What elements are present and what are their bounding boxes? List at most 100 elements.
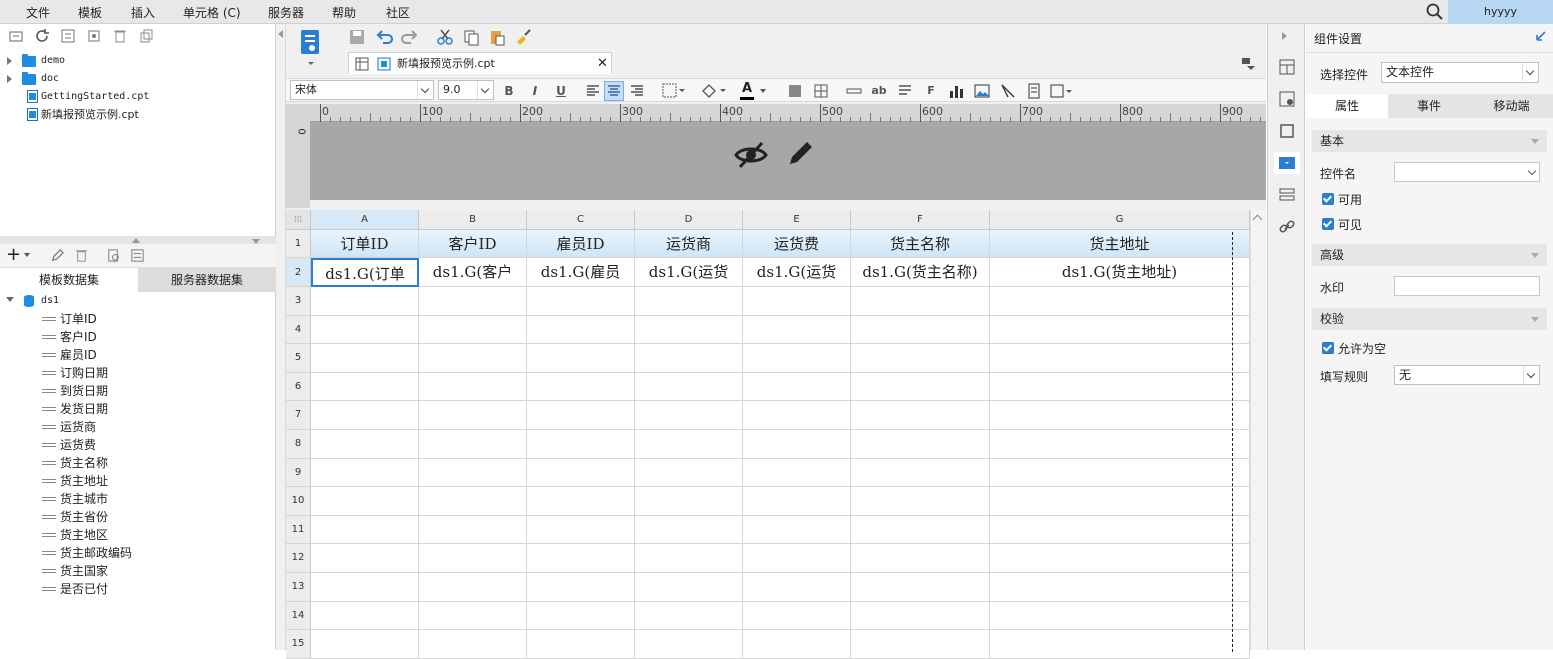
- hyperlink-icon[interactable]: [1278, 218, 1296, 236]
- dataset-field[interactable]: 运货商: [0, 418, 270, 436]
- empty-cell[interactable]: [743, 344, 851, 373]
- empty-cell[interactable]: [527, 287, 635, 316]
- insert-formula-icon[interactable]: F: [922, 82, 940, 100]
- allow-empty-checkbox[interactable]: [1322, 342, 1334, 354]
- dataset-field[interactable]: 客户ID: [0, 328, 270, 346]
- empty-cell[interactable]: [743, 630, 851, 659]
- empty-cell[interactable]: [851, 515, 990, 545]
- section-validate[interactable]: 校验: [1312, 308, 1547, 330]
- empty-cell[interactable]: [743, 458, 851, 488]
- empty-cell[interactable]: [990, 344, 1250, 373]
- header-cell[interactable]: 运货费: [743, 230, 851, 258]
- empty-cell[interactable]: [419, 573, 527, 602]
- rule-select[interactable]: 无: [1394, 365, 1540, 385]
- empty-cell[interactable]: [990, 487, 1250, 516]
- empty-cell[interactable]: [743, 544, 851, 573]
- dataset-field[interactable]: 货主省份: [0, 508, 270, 526]
- empty-cell[interactable]: [419, 515, 527, 545]
- dataset-field[interactable]: 货主名称: [0, 454, 270, 472]
- empty-cell[interactable]: [851, 430, 990, 459]
- empty-cell[interactable]: [527, 372, 635, 402]
- empty-cell[interactable]: [527, 401, 635, 430]
- dataset-field[interactable]: 货主地址: [0, 472, 270, 490]
- empty-cell[interactable]: [311, 458, 419, 488]
- empty-cell[interactable]: [311, 430, 419, 459]
- empty-cell[interactable]: [527, 573, 635, 602]
- format-painter-icon[interactable]: [514, 28, 532, 46]
- header-cell[interactable]: 客户ID: [419, 230, 527, 258]
- column-header[interactable]: G: [990, 210, 1250, 230]
- menu-community[interactable]: 社区: [386, 4, 410, 21]
- tab-menu-icon[interactable]: [1241, 56, 1255, 70]
- header-cell[interactable]: 货主地址: [990, 230, 1250, 258]
- column-header[interactable]: E: [743, 210, 851, 230]
- expand-arrow-icon[interactable]: [7, 75, 12, 83]
- empty-cell[interactable]: [527, 515, 635, 545]
- row-header[interactable]: 4: [286, 315, 311, 345]
- header-cell[interactable]: 订单ID: [311, 230, 419, 258]
- empty-cell[interactable]: [311, 401, 419, 430]
- empty-cell[interactable]: [419, 458, 527, 488]
- condition-attr-icon[interactable]: [1278, 90, 1296, 108]
- cell-properties-icon[interactable]: [1278, 58, 1296, 76]
- empty-cell[interactable]: [311, 601, 419, 631]
- menu-template[interactable]: 模板: [78, 4, 102, 21]
- new-folder-icon[interactable]: [8, 28, 24, 44]
- empty-cell[interactable]: [990, 315, 1250, 345]
- tree-file-preview-example[interactable]: 新填报预览示例.cpt: [0, 106, 270, 124]
- column-header[interactable]: C: [527, 210, 635, 230]
- expand-panel-icon[interactable]: [1534, 31, 1546, 43]
- empty-cell[interactable]: [527, 315, 635, 345]
- dataset-field[interactable]: 货主国家: [0, 562, 270, 580]
- empty-cell[interactable]: [743, 401, 851, 430]
- column-header[interactable]: D: [635, 210, 743, 230]
- redo-icon[interactable]: [400, 28, 418, 46]
- tab-server-dataset[interactable]: 服务器数据集: [138, 268, 276, 292]
- empty-cell[interactable]: [851, 344, 990, 373]
- cut-icon[interactable]: [436, 28, 454, 46]
- insert-slash-icon[interactable]: [1000, 83, 1016, 99]
- empty-cell[interactable]: [419, 487, 527, 516]
- row-header[interactable]: 9: [286, 458, 311, 488]
- empty-cell[interactable]: [851, 487, 990, 516]
- empty-cell[interactable]: [635, 372, 743, 402]
- row-header[interactable]: 7: [286, 401, 311, 430]
- frame-icon[interactable]: [1278, 122, 1296, 140]
- row-header[interactable]: 13: [286, 573, 311, 602]
- center-splitter[interactable]: [276, 24, 286, 650]
- close-tab-icon[interactable]: ✕: [597, 53, 608, 75]
- font-size-select[interactable]: 9.0: [438, 80, 494, 100]
- menu-server[interactable]: 服务器: [268, 4, 304, 21]
- dataset-field[interactable]: 发货日期: [0, 400, 270, 418]
- empty-cell[interactable]: [743, 601, 851, 631]
- empty-cell[interactable]: [311, 372, 419, 402]
- empty-cell[interactable]: [990, 630, 1250, 659]
- scroll-up-icon[interactable]: [1252, 214, 1263, 225]
- form-design-button[interactable]: [298, 28, 324, 66]
- tab-mobile[interactable]: 移动端: [1470, 94, 1553, 118]
- align-center-button[interactable]: [604, 81, 624, 101]
- underline-icon[interactable]: U: [552, 82, 570, 100]
- empty-cell[interactable]: [990, 401, 1250, 430]
- empty-cell[interactable]: [990, 430, 1250, 459]
- empty-cell[interactable]: [419, 430, 527, 459]
- empty-cell[interactable]: [743, 573, 851, 602]
- bold-icon[interactable]: B: [500, 82, 518, 100]
- insert-text-field-icon[interactable]: [846, 84, 862, 98]
- empty-cell[interactable]: [527, 458, 635, 488]
- data-cell[interactable]: ds1.G(运货: [635, 258, 743, 287]
- empty-cell[interactable]: [743, 287, 851, 316]
- empty-cell[interactable]: [743, 515, 851, 545]
- menu-help[interactable]: 帮助: [332, 4, 356, 21]
- empty-cell[interactable]: [851, 601, 990, 631]
- empty-cell[interactable]: [851, 544, 990, 573]
- copy-icon[interactable]: [138, 28, 154, 44]
- row-header[interactable]: 14: [286, 601, 311, 631]
- dataset-field[interactable]: 货主邮政编码: [0, 544, 270, 562]
- empty-cell[interactable]: [419, 601, 527, 631]
- empty-cell[interactable]: [419, 315, 527, 345]
- empty-cell[interactable]: [990, 573, 1250, 602]
- border-icon[interactable]: [662, 83, 686, 99]
- column-header[interactable]: A: [311, 210, 419, 230]
- dataset-field[interactable]: 运货费: [0, 436, 270, 454]
